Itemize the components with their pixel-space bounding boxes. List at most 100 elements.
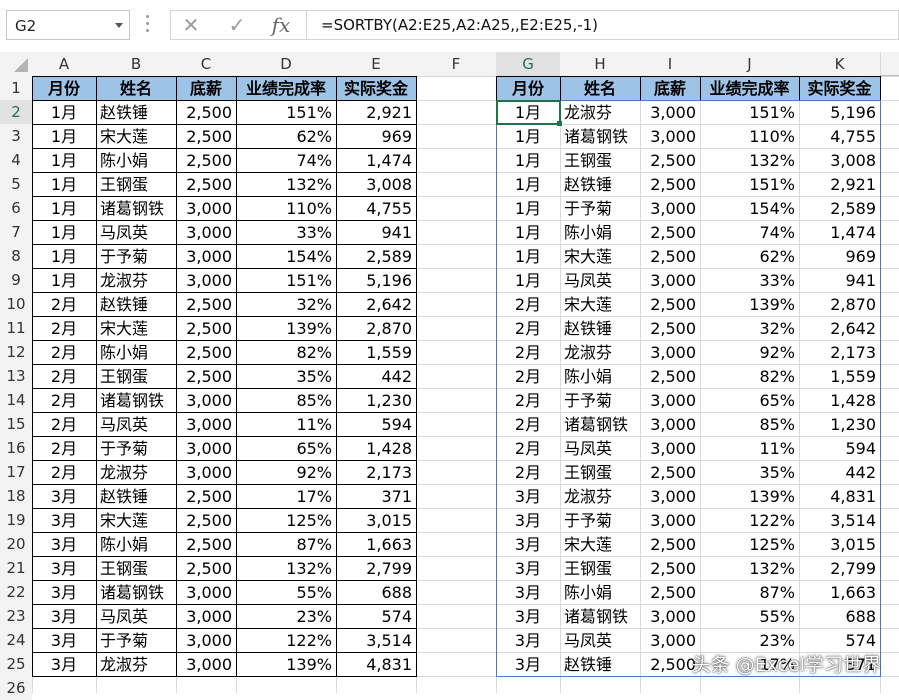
- left-table-cell[interactable]: 龙淑芬: [96, 461, 176, 484]
- right-table-cell[interactable]: 1月: [496, 197, 560, 220]
- row-header-3[interactable]: 3: [0, 124, 32, 148]
- right-table-cell[interactable]: 3月: [496, 605, 560, 628]
- right-table-cell[interactable]: 3,000: [640, 269, 700, 292]
- right-table-cell[interactable]: 2月: [496, 389, 560, 412]
- right-table-cell[interactable]: 1月: [496, 221, 560, 244]
- left-table-cell[interactable]: 3月: [32, 605, 96, 628]
- left-table-cell[interactable]: 1,428: [336, 437, 416, 460]
- left-table-cell[interactable]: 1月: [32, 125, 96, 148]
- right-table-cell[interactable]: 688: [799, 605, 880, 628]
- left-table-cell[interactable]: 1月: [32, 221, 96, 244]
- left-table-cell[interactable]: 宋大莲: [96, 317, 176, 340]
- right-table-cell[interactable]: 151%: [700, 173, 799, 196]
- right-table-cell[interactable]: 3,000: [640, 389, 700, 412]
- right-table-cell[interactable]: 2,500: [640, 533, 700, 556]
- left-table-cell[interactable]: 2,500: [176, 557, 236, 580]
- right-table-cell[interactable]: 3月: [496, 509, 560, 532]
- right-table-cell[interactable]: 55%: [700, 605, 799, 628]
- right-table-cell[interactable]: 宋大莲: [560, 293, 640, 316]
- left-table-cell[interactable]: 于予菊: [96, 437, 176, 460]
- left-table-cell[interactable]: 3,008: [336, 173, 416, 196]
- left-table-cell[interactable]: 赵铁锤: [96, 293, 176, 316]
- right-table-cell[interactable]: 2月: [496, 365, 560, 388]
- right-table-cell[interactable]: 2月: [496, 437, 560, 460]
- right-table-cell[interactable]: 于予菊: [560, 197, 640, 220]
- right-table-cell[interactable]: 马凤英: [560, 437, 640, 460]
- right-table-cell[interactable]: 3月: [496, 653, 560, 676]
- right-table-cell[interactable]: 2月: [496, 341, 560, 364]
- left-table-cell[interactable]: 17%: [236, 485, 336, 508]
- left-table-cell[interactable]: 2,921: [336, 101, 416, 124]
- left-table-cell[interactable]: 3月: [32, 533, 96, 556]
- left-table-cell[interactable]: 32%: [236, 293, 336, 316]
- right-table-cell[interactable]: 3月: [496, 581, 560, 604]
- left-table-cell[interactable]: 35%: [236, 365, 336, 388]
- right-table-cell[interactable]: 龙淑芬: [560, 485, 640, 508]
- left-table-cell[interactable]: 3月: [32, 509, 96, 532]
- left-table-cell[interactable]: 诸葛钢铁: [96, 197, 176, 220]
- right-table-cell[interactable]: 3,000: [640, 509, 700, 532]
- right-table-cell[interactable]: 82%: [700, 365, 799, 388]
- right-table-cell[interactable]: 125%: [700, 533, 799, 556]
- right-table-cell[interactable]: 74%: [700, 221, 799, 244]
- left-table-cell[interactable]: 2月: [32, 293, 96, 316]
- right-table-cell[interactable]: 3,000: [640, 629, 700, 652]
- right-table-cell[interactable]: 王钢蛋: [560, 149, 640, 172]
- formula-input[interactable]: =SORTBY(A2:E25,A2:A25,,E2:E25,-1): [306, 10, 899, 40]
- left-table-cell[interactable]: 于予菊: [96, 245, 176, 268]
- left-table-cell[interactable]: 3月: [32, 581, 96, 604]
- left-table-cell[interactable]: 马凤英: [96, 221, 176, 244]
- right-table-cell[interactable]: 122%: [700, 509, 799, 532]
- row-header-11[interactable]: 11: [0, 316, 32, 340]
- right-table-cell[interactable]: 陈小娟: [560, 365, 640, 388]
- right-table-cell[interactable]: 1月: [496, 269, 560, 292]
- left-table-cell[interactable]: 2,589: [336, 245, 416, 268]
- left-table-cell[interactable]: 92%: [236, 461, 336, 484]
- left-table-cell[interactable]: 4,831: [336, 653, 416, 676]
- right-table-cell[interactable]: 2,500: [640, 221, 700, 244]
- enter-icon[interactable]: ✓: [220, 10, 254, 40]
- right-table-cell[interactable]: 2,500: [640, 149, 700, 172]
- right-table-cell[interactable]: 龙淑芬: [560, 341, 640, 364]
- right-table-cell[interactable]: 3,015: [799, 533, 880, 556]
- row-header-7[interactable]: 7: [0, 220, 32, 244]
- left-table-cell[interactable]: 969: [336, 125, 416, 148]
- left-table-header-cell[interactable]: 月份: [32, 77, 96, 100]
- right-table-cell[interactable]: 442: [799, 461, 880, 484]
- right-table-cell[interactable]: 3月: [496, 533, 560, 556]
- row-header-13[interactable]: 13: [0, 364, 32, 388]
- right-table-cell[interactable]: 3,000: [640, 485, 700, 508]
- column-header-f[interactable]: F: [416, 52, 496, 76]
- right-table-cell[interactable]: 2,500: [640, 317, 700, 340]
- right-table-cell[interactable]: 3月: [496, 629, 560, 652]
- right-table-cell[interactable]: 969: [799, 245, 880, 268]
- left-table-cell[interactable]: 2月: [32, 317, 96, 340]
- left-table-cell[interactable]: 2,173: [336, 461, 416, 484]
- left-table-cell[interactable]: 122%: [236, 629, 336, 652]
- right-table-cell[interactable]: 3,000: [640, 101, 700, 124]
- left-table-cell[interactable]: 3,000: [176, 245, 236, 268]
- right-table-cell[interactable]: 2,921: [799, 173, 880, 196]
- right-table-cell[interactable]: 87%: [700, 581, 799, 604]
- right-table-cell[interactable]: 2,500: [640, 581, 700, 604]
- right-table-cell[interactable]: 4,831: [799, 485, 880, 508]
- left-table-cell[interactable]: 2,870: [336, 317, 416, 340]
- right-table-cell[interactable]: 2,500: [640, 173, 700, 196]
- left-table-cell[interactable]: 马凤英: [96, 605, 176, 628]
- right-table-cell[interactable]: 马凤英: [560, 629, 640, 652]
- right-table-cell[interactable]: 151%: [700, 101, 799, 124]
- right-table-cell[interactable]: 于予菊: [560, 389, 640, 412]
- row-header-18[interactable]: 18: [0, 484, 32, 508]
- right-table-cell[interactable]: 2,500: [640, 557, 700, 580]
- right-table-cell[interactable]: 3月: [496, 557, 560, 580]
- right-table-cell[interactable]: 赵铁锤: [560, 173, 640, 196]
- right-table-cell[interactable]: 王钢蛋: [560, 461, 640, 484]
- row-header-24[interactable]: 24: [0, 628, 32, 652]
- right-table-cell[interactable]: 1月: [496, 125, 560, 148]
- column-header-a[interactable]: A: [32, 52, 96, 76]
- right-table-cell[interactable]: 1月: [496, 101, 560, 124]
- right-table-cell[interactable]: 132%: [700, 149, 799, 172]
- right-table-cell[interactable]: 3,000: [640, 437, 700, 460]
- right-table-cell[interactable]: 3,000: [640, 605, 700, 628]
- row-header-26[interactable]: 26: [0, 676, 32, 700]
